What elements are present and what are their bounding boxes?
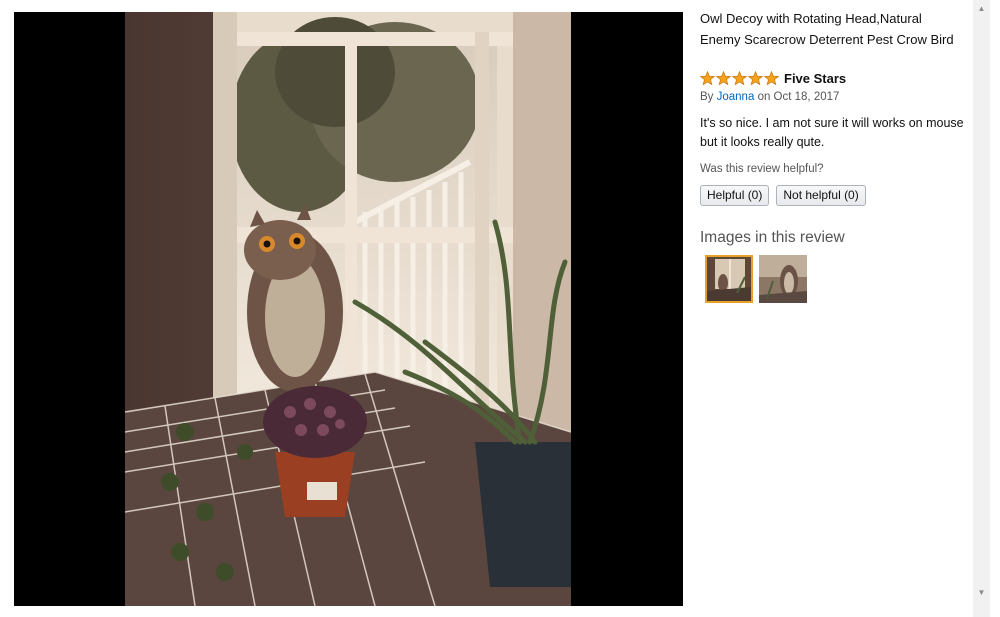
product-title[interactable]: Owl Decoy with Rotating Head,Natural Ene… [700, 8, 972, 50]
star-icon [700, 70, 715, 85]
review-panel: Owl Decoy with Rotating Head,Natural Ene… [700, 0, 972, 617]
star-icon [748, 70, 763, 85]
star-icon [716, 70, 731, 85]
helpful-buttons: Helpful (0) Not helpful (0) [700, 185, 866, 206]
review-date: on Oct 18, 2017 [757, 91, 840, 103]
author-link[interactable]: Joanna [717, 91, 755, 103]
review-photo [125, 12, 571, 606]
images-heading: Images in this review [700, 229, 845, 246]
owl-plant-window-photo [125, 12, 571, 606]
review-title[interactable]: Five Stars [784, 71, 846, 86]
star-icon [732, 70, 747, 85]
thumbnail-selected[interactable] [705, 255, 753, 303]
product-title-line-1: Owl Decoy with Rotating Head,Natural [700, 11, 922, 26]
rating-row: Five Stars [700, 68, 846, 88]
image-viewer [14, 12, 683, 606]
vertical-scrollbar[interactable]: ▲ ▼ [973, 0, 990, 617]
star-icon [764, 70, 779, 85]
thumbnail-image [707, 257, 751, 301]
thumbnail[interactable] [759, 255, 807, 303]
product-title-line-2: Enemy Scarecrow Deterrent Pest Crow Bird [700, 32, 954, 47]
arrow-down-icon[interactable]: ▼ [973, 584, 990, 601]
scroll-thumb[interactable] [975, 17, 988, 582]
by-prefix: By [700, 91, 714, 103]
not-helpful-button[interactable]: Not helpful (0) [776, 185, 866, 206]
review-byline: By Joanna on Oct 18, 2017 [700, 91, 839, 103]
arrow-up-icon[interactable]: ▲ [973, 0, 990, 17]
helpful-question: Was this review helpful? [700, 163, 824, 175]
thumbnail-image [759, 255, 807, 303]
review-image-thumbnails [705, 255, 807, 303]
helpful-button[interactable]: Helpful (0) [700, 185, 770, 206]
review-body: It's so nice. I am not sure it will work… [700, 116, 964, 149]
star-rating [700, 70, 779, 86]
